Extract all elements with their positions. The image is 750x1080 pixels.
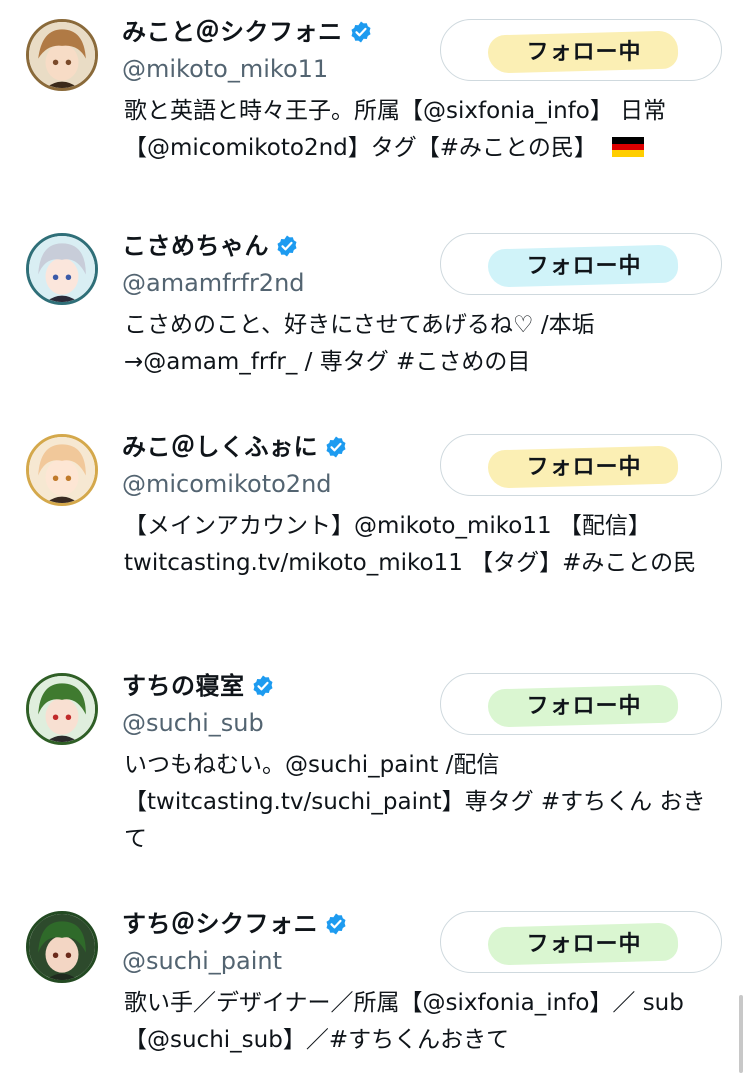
following-button-label: フォロー中	[526, 254, 642, 279]
user-bio: 歌い手／デザイナー／所属【@sixfonia_info】／ sub【@suchi…	[124, 985, 724, 1059]
display-name[interactable]: みこと＠シクフォニ	[122, 17, 343, 47]
germany-flag-icon	[612, 137, 645, 157]
following-button[interactable]: フォロー中	[440, 233, 722, 295]
bio-text: 【メインアカウント】@mikoto_miko11 【配信】 twitcastin…	[124, 513, 697, 576]
avatar[interactable]	[26, 233, 98, 305]
user-bio: こさめのこと、好きにさせてあげるね♡ /本垢 →@amam_frfr_ / 専タ…	[124, 307, 724, 381]
verified-badge-icon	[326, 913, 346, 935]
verified-badge-icon	[351, 21, 370, 43]
display-name[interactable]: こさめちゃん	[122, 231, 269, 261]
avatar[interactable]	[26, 434, 98, 506]
avatar[interactable]	[26, 673, 98, 745]
avatar-image	[29, 437, 95, 503]
bio-text: こさめのこと、好きにさせてあげるね♡ /本垢 →@amam_frfr_ / 専タ…	[124, 312, 595, 375]
display-name[interactable]: すちの寝室	[122, 671, 245, 701]
following-button-label: フォロー中	[526, 932, 642, 957]
avatar-image	[29, 22, 95, 88]
following-button[interactable]: フォロー中	[440, 911, 722, 973]
display-name[interactable]: みこ＠しくふぉに	[122, 432, 318, 462]
bio-text: 歌い手／デザイナー／所属【@sixfonia_info】／ sub【@suchi…	[124, 990, 684, 1053]
user-handle: @suchi_sub	[122, 709, 264, 737]
avatar-image	[29, 914, 95, 980]
scrollbar[interactable]	[739, 995, 743, 1073]
following-button-label: フォロー中	[526, 40, 642, 65]
avatar-image	[29, 236, 95, 302]
bio-text: いつもねむい。@suchi_paint /配信 【twitcasting.tv/…	[124, 752, 706, 852]
user-handle: @mikoto_miko11	[122, 55, 329, 83]
following-button[interactable]: フォロー中	[440, 434, 722, 496]
user-handle: @micomikoto2nd	[122, 470, 332, 498]
avatar-image	[29, 676, 95, 742]
verified-badge-icon	[253, 675, 272, 697]
user-bio: 【メインアカウント】@mikoto_miko11 【配信】 twitcastin…	[124, 508, 724, 582]
user-handle: @amamfrfr2nd	[122, 269, 305, 297]
bio-text: 歌と英語と時々王子。所属【@sixfonia_info】 日常【@micomik…	[124, 98, 667, 161]
following-button-label: フォロー中	[526, 694, 642, 719]
verified-badge-icon	[326, 436, 346, 458]
user-handle: @suchi_paint	[122, 947, 283, 975]
following-button[interactable]: フォロー中	[440, 673, 722, 735]
avatar[interactable]	[26, 911, 98, 983]
verified-badge-icon	[277, 235, 297, 257]
avatar[interactable]	[26, 19, 98, 91]
user-bio: いつもねむい。@suchi_paint /配信 【twitcasting.tv/…	[124, 747, 724, 858]
following-button-label: フォロー中	[526, 455, 642, 480]
display-name[interactable]: すち＠シクフォニ	[122, 909, 318, 939]
following-button[interactable]: フォロー中	[440, 19, 722, 81]
user-bio: 歌と英語と時々王子。所属【@sixfonia_info】 日常【@micomik…	[124, 93, 724, 167]
